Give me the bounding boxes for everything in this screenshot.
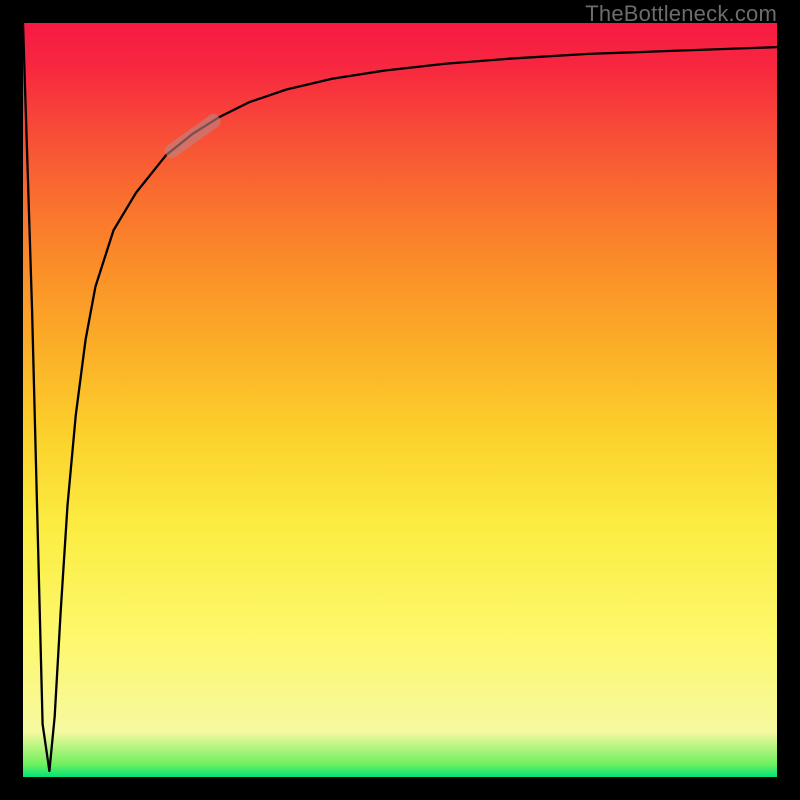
chart-frame: TheBottleneck.com bbox=[0, 0, 800, 800]
plot-area bbox=[23, 23, 777, 777]
bottleneck-curve-svg bbox=[23, 23, 777, 777]
highlight-marker bbox=[162, 112, 223, 161]
bottleneck-curve bbox=[23, 23, 777, 771]
